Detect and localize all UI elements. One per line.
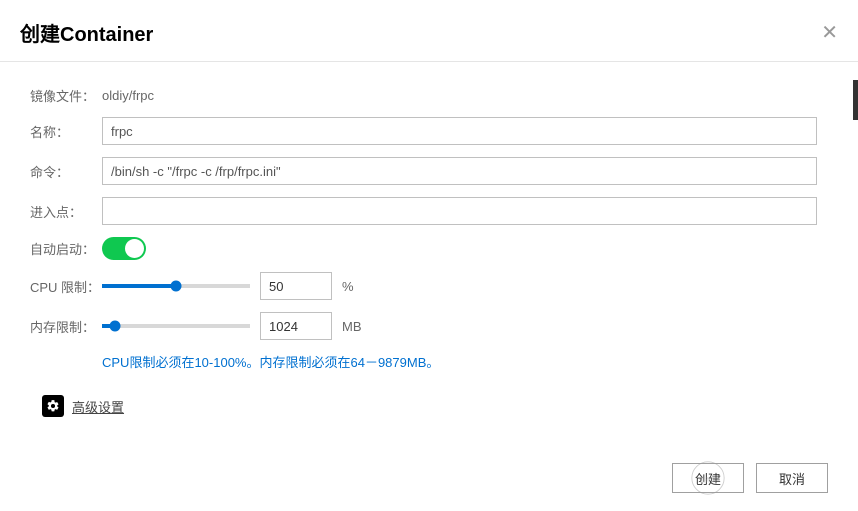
cancel-button[interactable]: 取消 — [756, 463, 828, 493]
memory-slider[interactable] — [102, 316, 250, 336]
label-autostart: 自动启动： — [30, 239, 102, 258]
row-memory: 内存限制： MB — [30, 312, 828, 340]
command-input[interactable] — [102, 157, 817, 185]
cpu-unit: % — [342, 279, 354, 294]
slider-thumb[interactable] — [110, 321, 121, 332]
label-cpu: CPU 限制： — [30, 277, 102, 296]
value-image: oldiy/frpc — [102, 88, 154, 103]
advanced-row: 高级设置 — [42, 395, 828, 417]
slider-thumb[interactable] — [171, 281, 182, 292]
autostart-toggle[interactable] — [102, 237, 146, 260]
close-icon[interactable]: ✕ — [821, 23, 838, 43]
label-image: 镜像文件： — [30, 86, 102, 105]
entrypoint-input[interactable] — [102, 197, 817, 225]
label-command: 命令： — [30, 162, 102, 181]
row-image: 镜像文件： oldiy/frpc — [30, 86, 828, 105]
row-autostart: 自动启动： — [30, 237, 828, 260]
row-entrypoint: 进入点： — [30, 197, 828, 225]
label-memory: 内存限制： — [30, 317, 102, 336]
advanced-link[interactable]: 高级设置 — [72, 397, 124, 416]
row-command: 命令： — [30, 157, 828, 185]
limits-hint: CPU限制必须在10-100%。内存限制必须在64－9879MB。 — [102, 352, 828, 371]
dialog-footer: 创建 值得买 取消 — [672, 463, 828, 493]
cpu-slider[interactable] — [102, 276, 250, 296]
label-entrypoint: 进入点： — [30, 202, 102, 221]
dialog-title: 创建Container — [20, 18, 153, 47]
toggle-knob — [125, 239, 144, 258]
name-input[interactable] — [102, 117, 817, 145]
memory-unit: MB — [342, 319, 362, 334]
label-name: 名称： — [30, 122, 102, 141]
scrollbar-indicator — [853, 80, 858, 120]
create-button[interactable]: 创建 值得买 — [672, 463, 744, 493]
dialog-content: 镜像文件： oldiy/frpc 名称： 命令： 进入点： 自动启动： CPU … — [0, 62, 858, 437]
cpu-input[interactable] — [260, 272, 332, 300]
row-name: 名称： — [30, 117, 828, 145]
gear-icon — [42, 395, 64, 417]
dialog-header: 创建Container ✕ — [0, 0, 858, 62]
row-cpu: CPU 限制： % — [30, 272, 828, 300]
memory-input[interactable] — [260, 312, 332, 340]
